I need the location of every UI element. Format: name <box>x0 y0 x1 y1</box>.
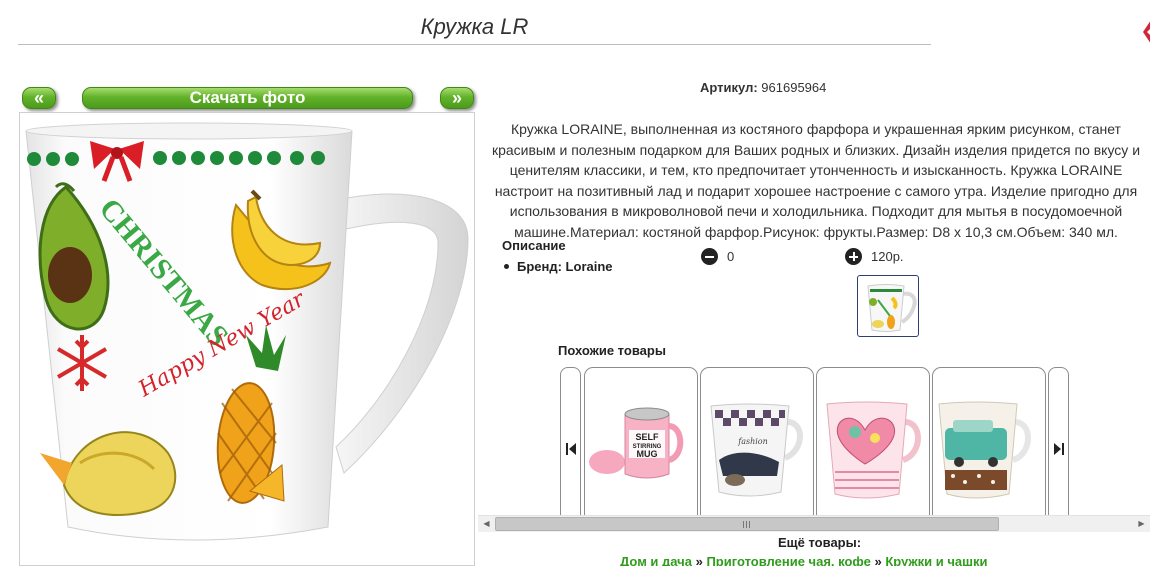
scroll-left-icon[interactable]: ◀ <box>478 516 495 532</box>
article-number: Артикул: 961695964 <box>700 80 826 95</box>
mug-image: CHRISTMAS Happy New Year <box>25 122 469 541</box>
crumb-separator: » <box>695 554 703 566</box>
more-heading: Ещё товары: <box>778 535 862 550</box>
crumb-tea-coffee[interactable]: Приготовление чая, кофе <box>706 554 870 566</box>
brand-item: Бренд: Loraine <box>502 259 613 274</box>
crumb-mugs-cups[interactable]: Кружки и чашки <box>885 554 987 566</box>
minus-circle-icon[interactable] <box>701 248 718 265</box>
carousel-next-button[interactable] <box>1048 367 1069 527</box>
thumbnail-image <box>867 284 917 332</box>
article-value: 961695964 <box>761 80 827 95</box>
similar-product-image: fashion <box>710 403 803 497</box>
download-photo-button[interactable]: Скачать фото <box>82 87 413 109</box>
plus-circle-icon[interactable] <box>845 248 862 265</box>
mug-fashion-text: fashion <box>737 437 768 446</box>
description-heading: Описание <box>502 238 566 253</box>
similar-product-image <box>938 401 1031 499</box>
scroll-right-icon[interactable]: ▶ <box>1133 516 1150 532</box>
breadcrumb: Дом и дача » Приготовление чая, кофе » К… <box>620 554 987 566</box>
photo-thumbnail[interactable] <box>857 275 919 337</box>
prev-photo-button[interactable]: « <box>22 87 56 109</box>
price-control: 120р. <box>845 248 904 265</box>
crumb-home-garden[interactable]: Дом и дача <box>620 554 692 566</box>
bullet-icon <box>504 264 509 270</box>
article-label: Артикул: <box>700 80 758 95</box>
brand-label: Бренд: Loraine <box>517 259 613 274</box>
skip-next-icon <box>1054 443 1064 455</box>
title-divider <box>18 44 931 45</box>
product-photo[interactable]: CHRISTMAS Happy New Year <box>19 112 475 566</box>
crumb-separator: » <box>874 554 882 566</box>
similar-heading: Похожие товары <box>558 343 666 358</box>
grip-icon <box>743 521 750 528</box>
carousel-prev-button[interactable] <box>560 367 581 527</box>
product-description: Кружка LORAINE, выполненная из костяного… <box>491 121 1141 240</box>
price-value: 120р. <box>871 249 904 264</box>
quantity-control: 0 <box>701 248 734 265</box>
skip-previous-icon <box>566 443 576 455</box>
scrollbar-thumb[interactable] <box>495 517 999 531</box>
quantity-value: 0 <box>727 249 735 264</box>
mug-self-text: SELF <box>635 432 659 442</box>
similar-product-card[interactable] <box>816 367 930 527</box>
similar-product-image: SELF STIRRING MUG <box>589 407 684 479</box>
page-title: Кружка LR <box>420 14 529 39</box>
mug-mug-text: MUG <box>637 449 658 459</box>
similar-product-card[interactable] <box>932 367 1046 527</box>
cart-icon[interactable] <box>1141 18 1150 46</box>
next-photo-button[interactable]: » <box>440 87 474 109</box>
carousel-scrollbar[interactable]: ◀ ▶ <box>478 515 1150 532</box>
similar-product-image <box>826 401 921 499</box>
similar-product-card[interactable]: fashion <box>700 367 814 527</box>
similar-product-card[interactable]: SELF STIRRING MUG <box>584 367 698 527</box>
